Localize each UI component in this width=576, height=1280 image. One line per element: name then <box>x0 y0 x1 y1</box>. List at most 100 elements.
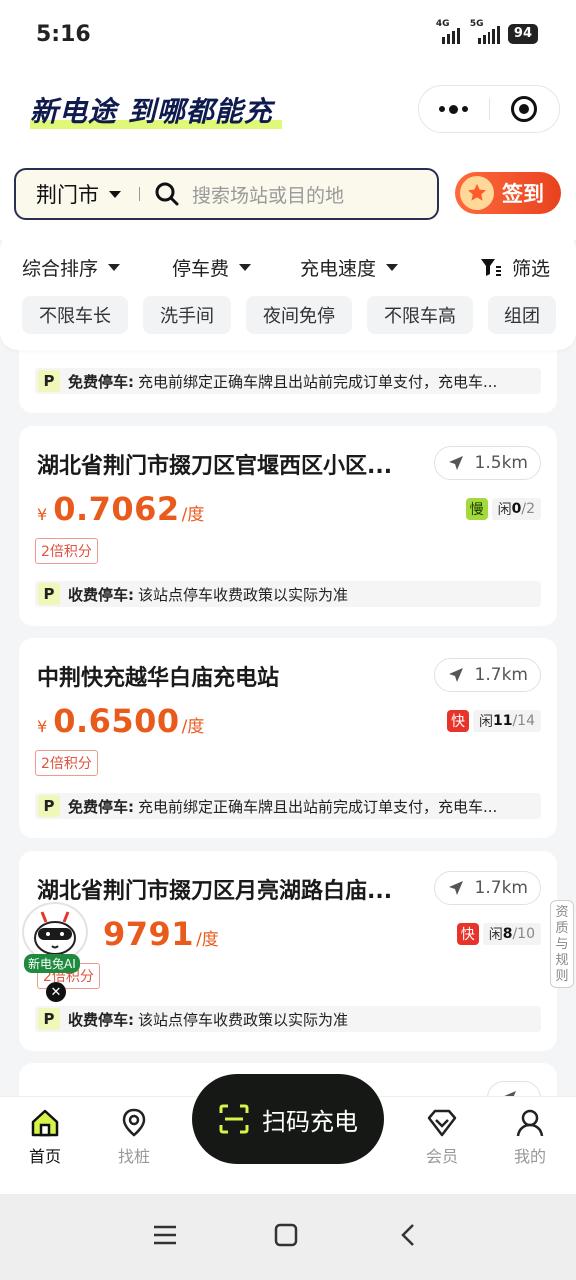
parking-icon: P <box>38 795 60 817</box>
nav-label: 首页 <box>28 1147 61 1166</box>
station-name: 中荆快充越华白庙充电站 <box>37 666 280 691</box>
slow-charge-badge: 慢 <box>465 498 488 520</box>
chevron-down-icon <box>108 264 121 271</box>
idle-count: 闲 11/14 <box>472 710 541 732</box>
checkin-label: 签到 <box>502 182 544 206</box>
sort-label: 综合排序 <box>22 258 99 280</box>
price-unit: /度 <box>196 930 219 950</box>
station-name: 湖北省荆门市掇刀区官堰西区小区... <box>37 454 393 479</box>
price-unit: /度 <box>181 717 205 737</box>
charger-availability: 慢 闲 0/2 <box>465 498 541 520</box>
station-name: 湖北省荆门市掇刀区月亮湖路白庙... <box>37 879 393 904</box>
sort-label: 充电速度 <box>300 258 377 280</box>
filter-panel: 综合排序 停车费 充电速度 筛选 不限车长 洗手间 夜间免停 不限车高 组团 <box>0 232 576 350</box>
home-square-icon[interactable] <box>273 1222 299 1248</box>
distance-text: 1.7km <box>474 878 528 898</box>
system-nav-bar <box>0 1194 576 1280</box>
parking-info: P 免费停车: 充电前绑定正确车牌且出站前完成订单支付，充电车... <box>35 793 541 819</box>
more-options-button[interactable] <box>419 104 489 114</box>
price: ¥ 0.7062 /度 <box>37 490 204 528</box>
tag-unlimited-height[interactable]: 不限车高 <box>367 296 473 334</box>
distance-button[interactable]: 1.7km <box>433 871 541 905</box>
parking-type: 免费停车: <box>68 797 134 816</box>
parking-icon: P <box>38 1008 60 1030</box>
price-value: 0.7062 <box>53 490 180 528</box>
scan-label: 扫码充电 <box>262 1107 358 1136</box>
fast-charge-badge: 快 <box>446 710 469 732</box>
price: ¥ 0.6500 /度 <box>37 702 204 740</box>
search-icon <box>155 182 179 206</box>
nav-label: 会员 <box>425 1147 458 1166</box>
status-time: 5:16 <box>36 22 91 47</box>
parking-icon: P <box>38 583 60 605</box>
nav-member[interactable]: 会员 <box>412 1107 472 1167</box>
city-selector[interactable]: 荆门市 <box>36 179 99 209</box>
location-pin-icon <box>122 1108 146 1137</box>
station-card[interactable]: 中荆快充越华白庙充电站 1.7km ¥ 0.6500 /度 快 闲 11/14 2… <box>19 638 557 838</box>
app-header: 新电途 到哪都能充 <box>0 70 576 160</box>
ai-assistant[interactable]: 新电兔AI ✕ <box>22 902 92 1002</box>
charger-availability: 快 闲 8/10 <box>456 923 541 945</box>
tag-group[interactable]: 组团 <box>488 296 556 334</box>
navigate-arrow-icon <box>448 456 463 470</box>
close-icon[interactable]: ✕ <box>46 982 66 1002</box>
parking-note: 充电前绑定正确车牌且出站前完成订单支付，充电车... <box>138 372 498 391</box>
distance-button[interactable]: 1.7km <box>433 658 541 692</box>
target-icon <box>511 96 538 122</box>
sort-dropdown-default[interactable]: 综合排序 <box>22 254 121 281</box>
search-row: 荆门市 搜索场站或目的地 签到 <box>0 160 576 240</box>
nav-mine[interactable]: 我的 <box>500 1107 560 1167</box>
distance-button[interactable]: 1.5km <box>433 446 541 480</box>
parking-type: 收费停车: <box>68 585 134 604</box>
parking-note: 充电前绑定正确车牌且出站前完成订单支付，充电车... <box>138 797 498 816</box>
navigate-arrow-icon <box>448 668 463 682</box>
parking-note: 该站点停车收费政策以实际为准 <box>138 1010 349 1029</box>
currency-symbol: ¥ <box>37 505 48 524</box>
tag-unlimited-length[interactable]: 不限车长 <box>22 296 128 334</box>
points-badge: 2倍积分 <box>35 538 98 564</box>
distance-text: 1.7km <box>474 665 528 685</box>
nav-label: 我的 <box>513 1147 546 1166</box>
price-value: 9791 <box>103 915 195 953</box>
sort-row: 综合排序 停车费 充电速度 筛选 <box>0 254 576 282</box>
parking-icon: P <box>38 370 60 392</box>
qualification-rules-tab[interactable]: 资质与规则 <box>550 900 574 988</box>
tag-free-night-parking[interactable]: 夜间免停 <box>246 296 352 334</box>
close-mini-program-button[interactable] <box>490 96 560 122</box>
sort-dropdown-charge-speed[interactable]: 充电速度 <box>300 254 399 281</box>
checkin-button[interactable]: 签到 <box>455 172 561 214</box>
chevron-down-icon[interactable] <box>109 190 121 198</box>
price-value: 0.6500 <box>53 702 180 740</box>
scan-to-charge-button[interactable]: 扫码充电 <box>192 1074 384 1164</box>
status-icons: 4G 5G 94 <box>436 19 538 44</box>
back-icon[interactable] <box>396 1222 422 1248</box>
distance-text: 1.5km <box>474 453 528 473</box>
user-icon <box>516 1109 544 1137</box>
sort-dropdown-parking-fee[interactable]: 停车费 <box>172 254 252 281</box>
signal-4g-icon: 4G <box>436 19 462 44</box>
nav-find-charger[interactable]: 找桩 <box>104 1107 164 1167</box>
station-card[interactable]: 湖北省荆门市掇刀区官堰西区小区... 1.5km ¥ 0.7062 /度 慢 闲… <box>19 426 557 626</box>
home-icon <box>31 1109 59 1137</box>
quick-filter-tags: 不限车长 洗手间 夜间免停 不限车高 组团 <box>22 296 556 334</box>
parking-info: P 收费停车: 该站点停车收费政策以实际为准 <box>35 581 541 607</box>
star-icon <box>460 176 494 210</box>
filter-button[interactable]: 筛选 <box>480 254 550 281</box>
price-unit: /度 <box>181 505 205 525</box>
menu-icon[interactable] <box>152 1222 178 1248</box>
network-label-4g: 4G <box>435 19 450 29</box>
search-box: 荆门市 搜索场站或目的地 <box>14 168 439 220</box>
network-label-5g: 5G <box>469 19 484 29</box>
rabbit-mascot-icon <box>22 902 88 962</box>
sort-label: 停车费 <box>172 258 230 280</box>
fast-charge-badge: 快 <box>456 923 479 945</box>
nav-home[interactable]: 首页 <box>15 1107 75 1167</box>
more-dot-icon <box>462 106 469 112</box>
mini-program-capsule <box>418 85 560 133</box>
station-card[interactable]: 湖北省荆门市掇刀区月亮湖路白庙... 1.7km 9791 /度 快 闲 8/10… <box>19 851 557 1051</box>
more-dot-icon <box>439 106 446 112</box>
charger-availability: 快 闲 11/14 <box>446 710 541 732</box>
search-input[interactable]: 搜索场站或目的地 <box>192 181 344 208</box>
price: 9791 /度 <box>103 915 219 953</box>
tag-restroom[interactable]: 洗手间 <box>143 296 231 334</box>
